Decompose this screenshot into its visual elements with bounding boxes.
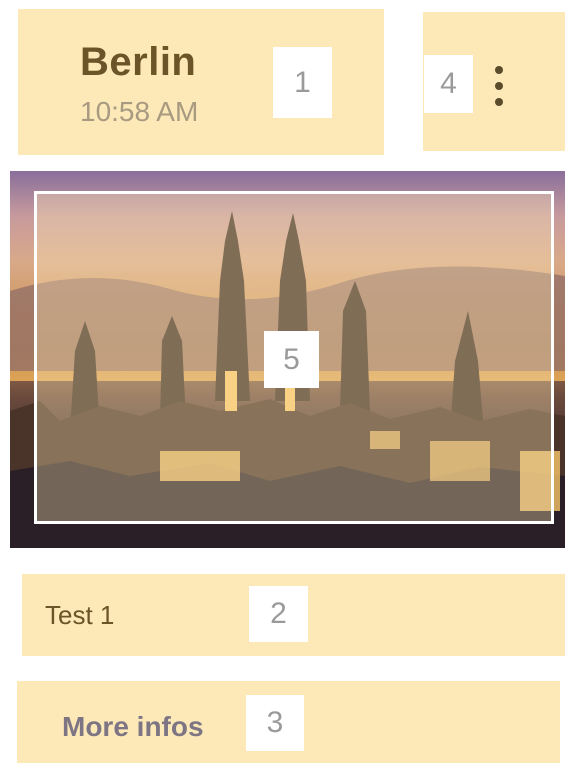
annotation-marker-2: 2	[249, 586, 308, 642]
more-vert-icon[interactable]	[494, 66, 504, 106]
annotation-marker-4: 4	[424, 55, 473, 113]
city-time: 10:58 AM	[80, 96, 199, 127]
annotation-marker-1: 1	[273, 47, 332, 118]
city-card: Berlin 10:58 AM 1 4 5 Test 1 2 More info…	[0, 0, 565, 782]
kebab-dot	[495, 82, 503, 90]
annotation-marker-5: 5	[264, 331, 319, 388]
item-title: Test 1	[45, 600, 115, 630]
city-name: Berlin	[80, 40, 197, 84]
kebab-dot	[495, 66, 503, 74]
more-infos-button[interactable]: More infos	[62, 711, 204, 743]
annotation-marker-3: 3	[246, 695, 304, 751]
kebab-dot	[495, 98, 503, 106]
